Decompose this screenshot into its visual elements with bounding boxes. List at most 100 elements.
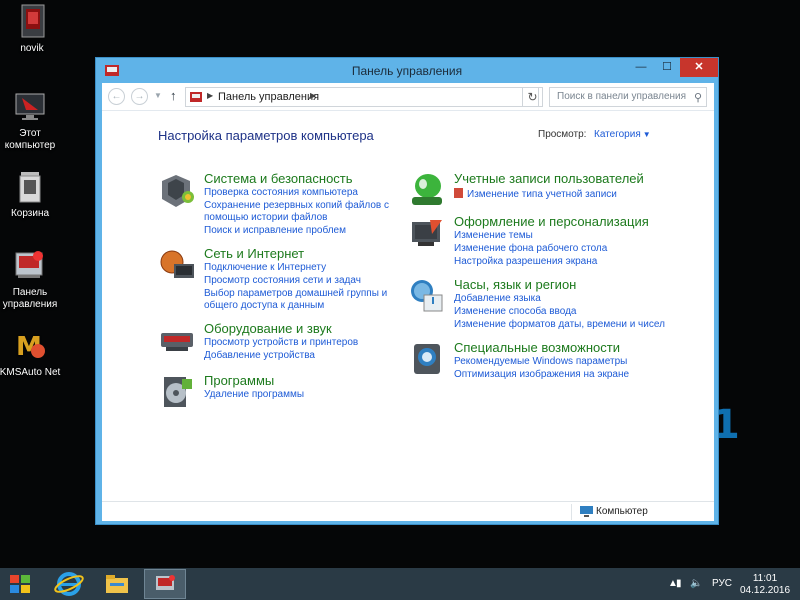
- link-homegroup-sharing-cont[interactable]: общего доступа к данным: [204, 300, 324, 311]
- refresh-button[interactable]: ↻: [522, 87, 543, 107]
- forward-button[interactable]: →: [131, 88, 148, 105]
- computer-icon: [12, 88, 48, 124]
- user-accounts-icon: [408, 171, 446, 209]
- category-title[interactable]: Система и безопасность: [204, 171, 353, 186]
- volume-icon[interactable]: 🔈: [690, 578, 702, 589]
- chevron-down-icon: ▼: [642, 130, 651, 139]
- category-title[interactable]: Учетные записи пользователей: [454, 171, 644, 186]
- control-panel-icon: [190, 92, 202, 102]
- breadcrumb-separator-icon[interactable]: ▶: [207, 91, 213, 100]
- control-panel-icon: [156, 575, 175, 590]
- breadcrumb[interactable]: Панель управления: [218, 91, 319, 103]
- status-divider: [571, 504, 572, 520]
- taskbar-control-panel[interactable]: [144, 569, 186, 599]
- link-optimize-display[interactable]: Оптимизация изображения на экране: [454, 369, 629, 380]
- arrow-left-icon: ←: [111, 91, 122, 102]
- arrow-right-icon: →: [134, 91, 145, 102]
- desktop-icon-novik[interactable]: novik: [0, 3, 65, 55]
- link-check-computer-status[interactable]: Проверка состояния компьютера: [204, 187, 358, 198]
- computer-icon: [580, 506, 593, 517]
- network-icon[interactable]: ▮: [676, 578, 682, 589]
- category-title[interactable]: Специальные возможности: [454, 340, 620, 355]
- link-file-history-backup-cont[interactable]: помощью истории файлов: [204, 212, 327, 223]
- control-panel-window: Панель управления — ☐ ✕ ← → ▼ ↑ ▶ Панель…: [95, 57, 719, 525]
- address-bar[interactable]: ▶ Панель управления ▶: [185, 87, 539, 107]
- recycle-bin-icon: [12, 168, 48, 204]
- category-title[interactable]: Оборудование и звук: [204, 321, 332, 336]
- arrow-up-icon: ↑: [170, 88, 177, 103]
- programs-icon: [158, 373, 196, 411]
- clock-language-icon: [408, 277, 446, 315]
- status-bar: Компьютер: [102, 501, 714, 521]
- clock-date: 04.12.2016: [740, 585, 791, 596]
- link-network-status[interactable]: Просмотр состояния сети и задач: [204, 275, 361, 286]
- link-uninstall-program[interactable]: Удаление программы: [204, 389, 304, 400]
- link-homegroup-sharing[interactable]: Выбор параметров домашней группы и: [204, 288, 387, 299]
- status-location-label: Компьютер: [596, 506, 648, 517]
- tray-clock[interactable]: 11:01 04.12.2016: [740, 573, 790, 597]
- desktop-icon-label: Корзина: [10, 208, 50, 219]
- link-change-desktop-background[interactable]: Изменение фона рабочего стола: [454, 243, 607, 254]
- view-by-label: Просмотр:: [538, 129, 587, 140]
- system-security-icon: [158, 171, 196, 209]
- user-folder-icon: [14, 3, 50, 39]
- start-button[interactable]: [0, 569, 42, 599]
- link-recommended-settings[interactable]: Рекомендуемые Windows параметры: [454, 356, 627, 367]
- windows-logo-icon: [10, 575, 30, 593]
- network-internet-icon: [158, 246, 196, 284]
- desktop-icon-control-panel[interactable]: Панель управления: [0, 247, 63, 311]
- link-troubleshoot[interactable]: Поиск и исправление проблем: [204, 225, 346, 236]
- hardware-sound-icon: [158, 321, 196, 359]
- search-input[interactable]: Поиск в панели управления ⚲: [549, 87, 707, 107]
- desktop-icon-recycle-bin[interactable]: Корзина: [0, 168, 63, 220]
- search-placeholder: Поиск в панели управления: [557, 91, 687, 102]
- category-title[interactable]: Часы, язык и регион: [454, 277, 576, 292]
- search-icon[interactable]: ⚲: [694, 89, 702, 107]
- title-bar[interactable]: Панель управления — ☐ ✕: [96, 58, 718, 83]
- taskbar-internet-explorer[interactable]: [48, 569, 90, 599]
- link-devices-printers[interactable]: Просмотр устройств и принтеров: [204, 337, 358, 348]
- desktop-icon-label: Панель управления: [2, 287, 58, 310]
- link-change-account-type[interactable]: Изменение типа учетной записи: [454, 188, 617, 200]
- category-title[interactable]: Сеть и Интернет: [204, 246, 304, 261]
- view-by-value: Категория: [594, 129, 641, 140]
- desktop-icon-this-pc[interactable]: Этот компьютер: [0, 88, 63, 152]
- input-language-indicator[interactable]: РУС: [712, 578, 732, 589]
- refresh-icon: ↻: [527, 90, 538, 104]
- category-title[interactable]: Программы: [204, 373, 274, 388]
- link-change-formats[interactable]: Изменение форматов даты, времени и чисел: [454, 319, 665, 330]
- link-change-theme[interactable]: Изменение темы: [454, 230, 533, 241]
- breadcrumb-separator-icon[interactable]: ▶: [310, 91, 316, 100]
- taskbar: ▲ ▮ 🔈 РУС 11:01 04.12.2016: [0, 568, 800, 600]
- navigation-bar: ← → ▼ ↑ ▶ Панель управления ▶ ↻ Поиск в …: [102, 83, 714, 111]
- desktop-icon-kmsauto[interactable]: M KMSAuto Net: [0, 327, 63, 379]
- back-button[interactable]: ←: [108, 88, 125, 105]
- link-add-device[interactable]: Добавление устройства: [204, 350, 315, 361]
- taskbar-file-explorer[interactable]: [96, 569, 138, 599]
- view-by-dropdown[interactable]: Категория ▼: [594, 129, 651, 140]
- close-button[interactable]: ✕: [680, 58, 718, 77]
- link-screen-resolution[interactable]: Настройка разрешения экрана: [454, 256, 597, 267]
- desktop-icon-label: Этот компьютер: [4, 128, 56, 151]
- chevron-down-icon: ▼: [154, 91, 162, 100]
- ease-of-access-icon: [408, 340, 446, 378]
- category-title[interactable]: Оформление и персонализация: [454, 214, 649, 229]
- uac-shield-icon: [454, 188, 463, 198]
- main-content: Настройка параметров компьютера Просмотр…: [102, 111, 714, 501]
- page-title: Настройка параметров компьютера: [158, 128, 374, 143]
- link-file-history-backup[interactable]: Сохранение резервных копий файлов с: [204, 200, 389, 211]
- link-connect-internet[interactable]: Подключение к Интернету: [204, 262, 326, 273]
- window-title: Панель управления: [351, 64, 463, 78]
- link-add-language[interactable]: Добавление языка: [454, 293, 541, 304]
- kmsauto-icon: M: [12, 327, 48, 363]
- link-change-account-type-label: Изменение типа учетной записи: [467, 189, 617, 200]
- maximize-button[interactable]: ☐: [654, 58, 680, 77]
- internet-explorer-icon: [54, 572, 84, 596]
- desktop-icon-label: novik: [20, 43, 44, 54]
- minimize-button[interactable]: —: [628, 58, 654, 77]
- folder-icon: [106, 575, 128, 593]
- link-change-input-method[interactable]: Изменение способа ввода: [454, 306, 576, 317]
- up-button[interactable]: ↑: [170, 88, 177, 103]
- appearance-icon: [408, 214, 446, 252]
- recent-locations-button[interactable]: ▼: [154, 91, 162, 100]
